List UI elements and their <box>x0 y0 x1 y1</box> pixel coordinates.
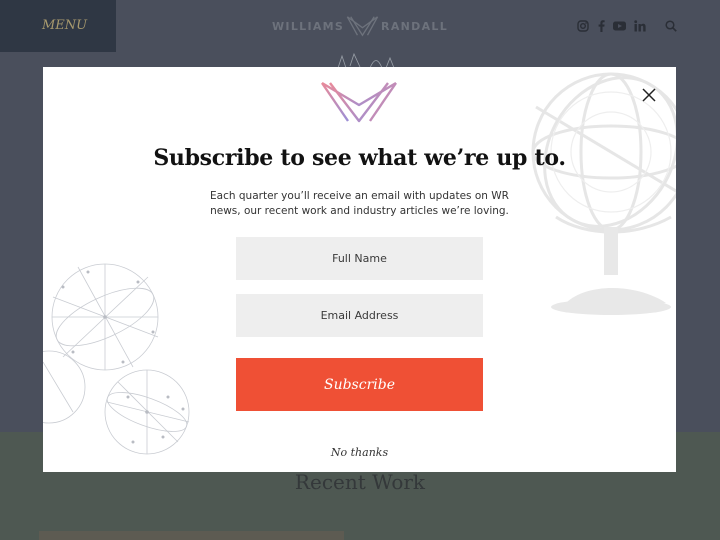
astronomy-sketch-illustration <box>43 263 190 455</box>
site-logo[interactable]: WILLIAMS RANDALL <box>272 12 448 40</box>
logo-right-word: RANDALL <box>381 19 448 33</box>
recent-work-title: Recent Work <box>294 470 426 494</box>
close-button[interactable] <box>639 85 659 105</box>
modal-heading: Subscribe to see what we’re up to. <box>153 145 566 171</box>
instagram-icon[interactable] <box>576 18 590 34</box>
logo-left-word: WILLIAMS <box>272 19 345 33</box>
facebook-icon[interactable] <box>596 18 606 34</box>
search-icon[interactable] <box>664 18 678 34</box>
email-field[interactable] <box>236 294 483 337</box>
full-name-field[interactable] <box>236 237 483 280</box>
subscribe-modal: Subscribe to see what we’re up to. Each … <box>43 67 676 472</box>
modal-description: Each quarter you’ll receive an email wit… <box>210 190 509 217</box>
youtube-icon[interactable] <box>612 18 626 34</box>
linkedin-icon[interactable] <box>633 18 646 34</box>
site-header: MENU WILLIAMS RANDALL <box>0 0 720 52</box>
menu-button[interactable]: MENU <box>0 0 116 52</box>
logo-mark-icon <box>346 16 379 37</box>
close-icon <box>642 88 656 102</box>
no-thanks-link[interactable]: No thanks <box>43 446 676 459</box>
subscribe-button[interactable]: Subscribe <box>236 358 483 411</box>
logo-mark-icon <box>321 81 397 123</box>
recent-work-thumbnail[interactable] <box>39 531 344 540</box>
